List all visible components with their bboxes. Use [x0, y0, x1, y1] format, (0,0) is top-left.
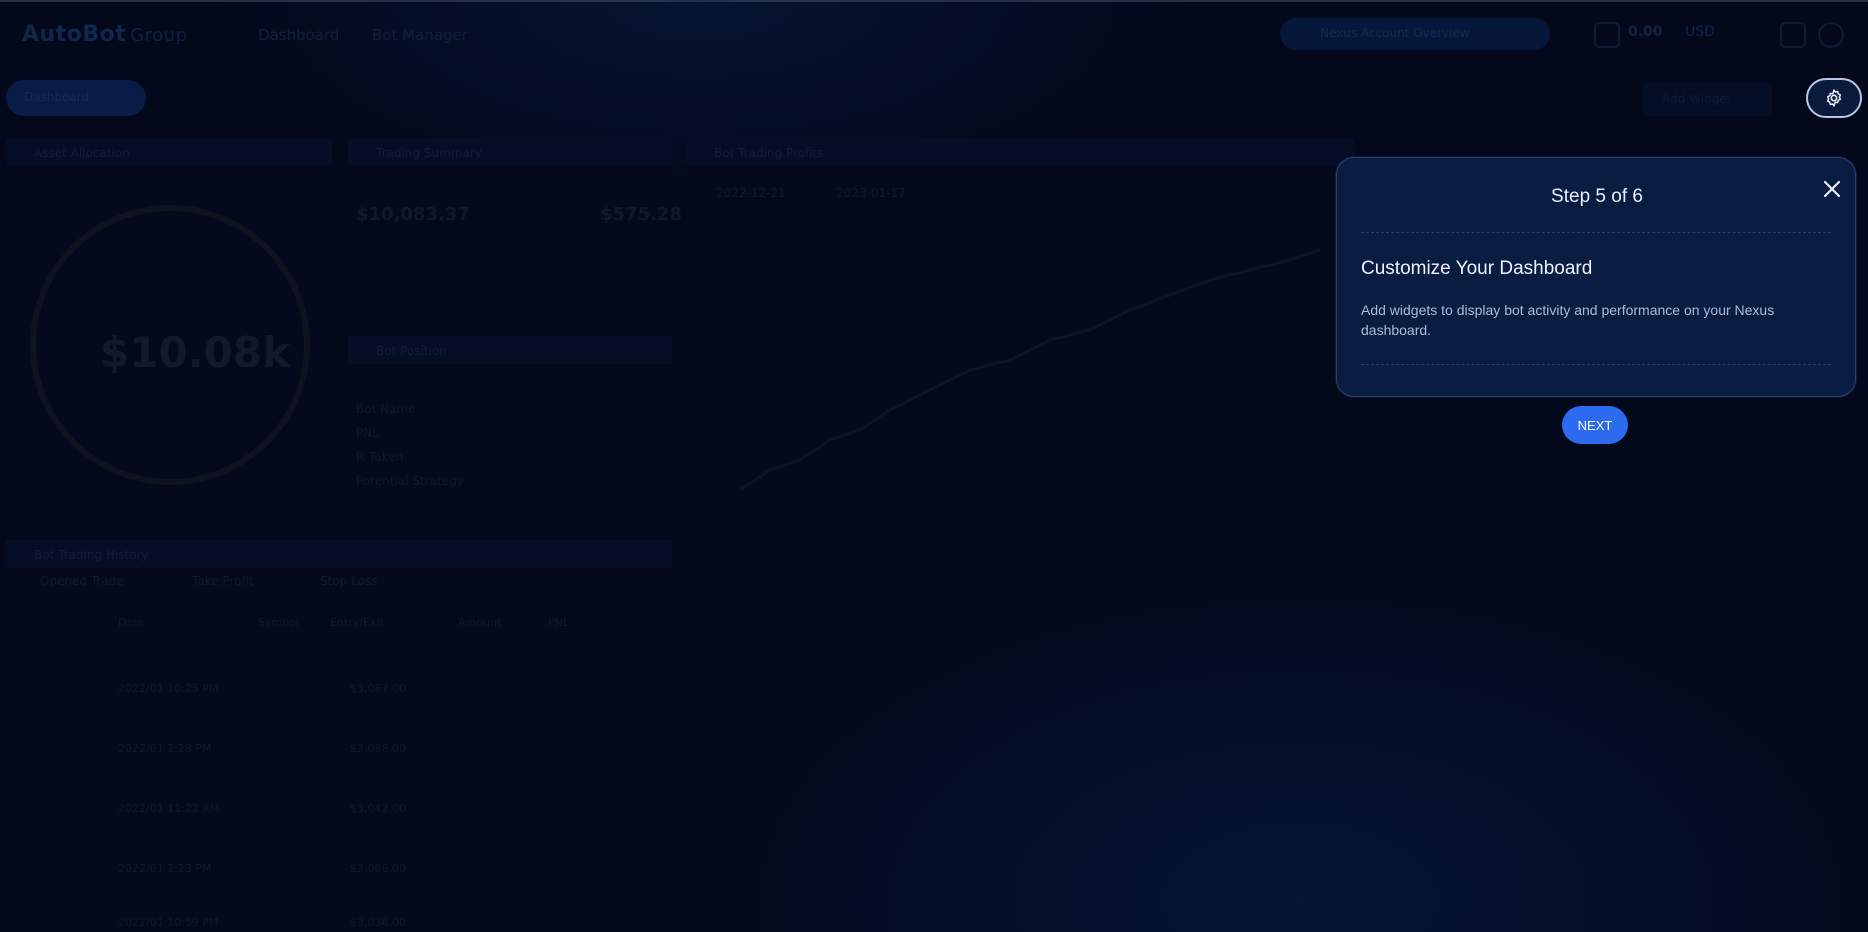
tour-description: Add widgets to display bot activity and … [1361, 302, 1775, 338]
close-icon [1823, 180, 1841, 198]
tour-close-button[interactable] [1817, 174, 1847, 204]
tour-step-counter: Step 5 of 6 [1551, 186, 1643, 207]
tour-next-button[interactable]: NEXT [1562, 406, 1628, 444]
tour-divider [1361, 232, 1831, 233]
tour-title: Customize Your Dashboard [1361, 258, 1593, 279]
tour-overlay-backdrop [0, 0, 1868, 932]
gear-icon [1826, 89, 1842, 107]
tour-divider [1361, 364, 1831, 365]
tour-popover: Step 5 of 6 Customize Your Dashboard Add… [1336, 157, 1856, 397]
dashboard-settings-button[interactable] [1806, 78, 1862, 118]
